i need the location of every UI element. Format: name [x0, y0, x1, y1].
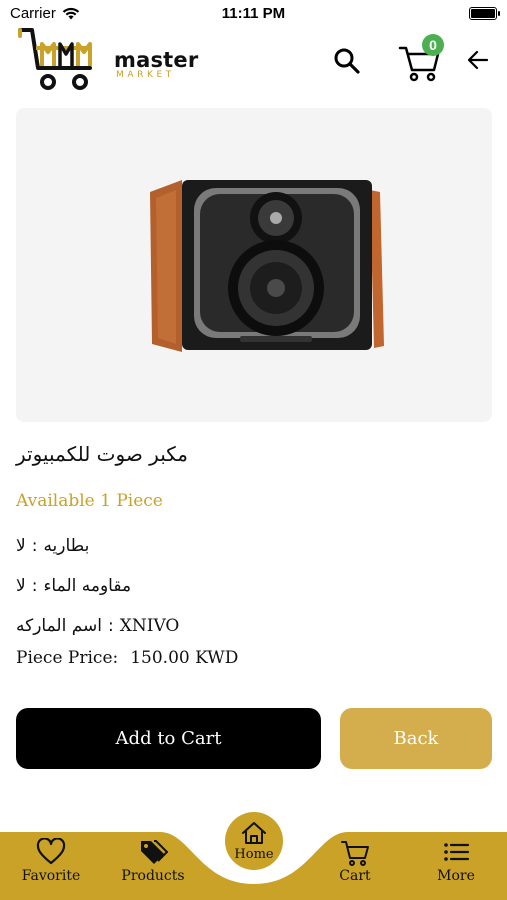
product-image-card — [16, 108, 492, 422]
tags-icon — [141, 840, 168, 864]
logo-cart-icon — [18, 28, 92, 90]
speaker-image — [150, 180, 384, 352]
menu-icon — [444, 843, 470, 861]
search-icon — [334, 48, 360, 74]
spec-label: بطاريه — [43, 536, 90, 556]
spec-separator: : — [31, 576, 38, 596]
nav-products[interactable]: Products — [114, 838, 192, 884]
status-bar: Carrier 11:11 PM — [0, 0, 507, 28]
nav-cart-label: Cart — [339, 868, 371, 884]
spec-row: لا : بطاريه — [16, 536, 89, 556]
back-arrow-icon — [467, 50, 489, 70]
nav-home-label: Home — [234, 846, 274, 862]
nav-more-label: More — [437, 868, 475, 884]
availability-text: Available 1 Piece — [16, 491, 163, 511]
nav-favorite[interactable]: Favorite — [14, 838, 88, 884]
spec-separator: : — [108, 616, 114, 636]
nav-cart[interactable]: Cart — [320, 838, 390, 884]
bottom-navigation: Favorite Products Home Cart More — [0, 806, 507, 900]
battery-icon — [469, 7, 500, 20]
spec-value: لا — [16, 536, 26, 556]
spec-separator: : — [31, 536, 38, 556]
home-icon — [242, 821, 266, 844]
spec-value: لا — [16, 576, 26, 596]
cart-icon — [341, 841, 369, 866]
heart-icon — [36, 838, 66, 865]
header-cart-button[interactable]: 0 — [396, 34, 448, 82]
nav-home[interactable]: Home — [225, 812, 283, 870]
price-value: 150.00 KWD — [130, 648, 239, 668]
logo-word: master — [114, 48, 199, 72]
back-arrow-button[interactable] — [462, 42, 494, 78]
app-header: master MARKET 0 — [0, 28, 507, 100]
nav-products-label: Products — [121, 868, 185, 884]
search-button[interactable] — [328, 42, 366, 80]
price-row: Piece Price: 150.00 KWD — [16, 648, 238, 668]
spec-value: XNIVO — [119, 616, 180, 636]
logo-wordmark: master MARKET — [114, 48, 199, 81]
spec-row: لا : مقاومه الماء — [16, 576, 131, 596]
add-to-cart-button[interactable]: Add to Cart — [16, 708, 321, 769]
spec-label: مقاومه الماء — [43, 576, 132, 596]
back-button[interactable]: Back — [340, 708, 492, 769]
spec-row: اسم الماركه : XNIVO — [16, 616, 179, 636]
clock: 11:11 PM — [221, 5, 286, 22]
nav-favorite-label: Favorite — [21, 868, 81, 884]
spec-label: اسم الماركه — [16, 616, 103, 636]
product-name: مكبر صوت للكمبيوتر — [16, 442, 189, 466]
master-market-logo[interactable]: master MARKET — [16, 28, 198, 96]
nav-more[interactable]: More — [420, 838, 492, 884]
price-label: Piece Price: — [16, 648, 119, 668]
cart-count-badge: 0 — [422, 34, 444, 56]
